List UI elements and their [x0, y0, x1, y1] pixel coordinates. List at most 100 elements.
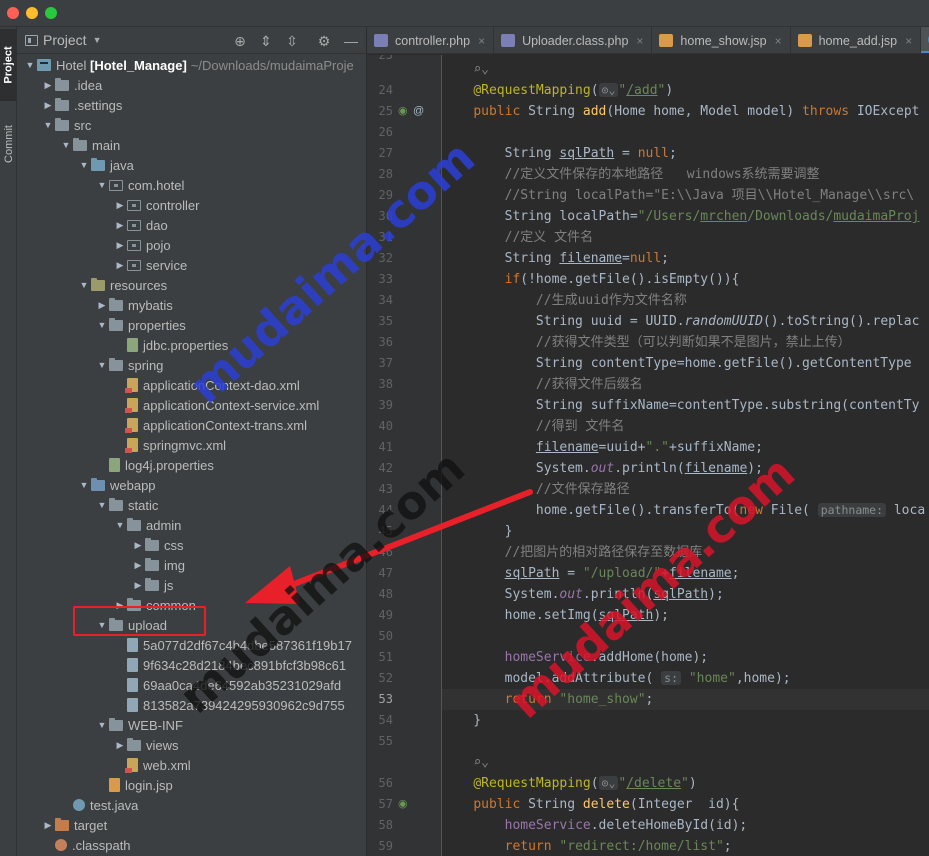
chevron-right-icon[interactable]: ▶ [113, 215, 127, 235]
hide-panel-icon[interactable]: — [342, 32, 360, 50]
code-line[interactable]: @RequestMapping(⊙⌄ "/add") [442, 80, 673, 101]
code-line[interactable]: System.out.println(sqlPath); [442, 584, 724, 605]
code-line[interactable]: String contentType=home.getFile().getCon… [442, 353, 912, 374]
chevron-down-icon[interactable]: ▼ [93, 35, 102, 45]
project-panel-title[interactable]: Project [43, 32, 87, 48]
chevron-down-icon[interactable]: ▼ [77, 155, 91, 175]
code-line[interactable]: //String localPath="E:\\Java 项目\\Hotel_M… [442, 185, 915, 206]
chevron-down-icon[interactable]: ▼ [95, 715, 109, 735]
spring-bean-icon[interactable]: ◉ [398, 794, 408, 815]
tree-row[interactable]: ▶ controller [17, 195, 366, 215]
code-line[interactable]: System.out.println(filename); [442, 458, 763, 479]
tree-row[interactable]: ▼ webapp [17, 475, 366, 495]
tool-tab-project[interactable]: Project [0, 29, 17, 101]
tree-row[interactable]: 813582a739424295930962c9d755 [17, 695, 366, 715]
editor-tab[interactable]: controller.php × [367, 27, 495, 53]
code-line[interactable]: public String delete(Integer id){ [442, 794, 739, 815]
annotation-icon[interactable]: @ [413, 101, 424, 122]
code-line[interactable]: } [442, 521, 513, 542]
chevron-right-icon[interactable]: ▶ [113, 255, 127, 275]
tree-row[interactable]: ▶ mybatis [17, 295, 366, 315]
code-line[interactable]: @RequestMapping(⊙⌄ "/delete") [442, 773, 697, 794]
code-line[interactable]: model.addAttribute( s: "home",home); [442, 668, 791, 689]
code-line[interactable]: } [442, 710, 481, 731]
tree-row[interactable]: ▼ WEB-INF [17, 715, 366, 735]
code-line[interactable]: //定义 文件名 [442, 227, 593, 248]
tree-row[interactable]: jdbc.properties [17, 335, 366, 355]
chevron-down-icon[interactable]: ▼ [95, 355, 109, 375]
tree-row[interactable]: ▼ Hotel [Hotel_Manage] ~/Downloads/mudaima… [17, 55, 366, 75]
chevron-down-icon[interactable]: ▼ [23, 55, 37, 75]
close-icon[interactable]: × [775, 34, 782, 48]
chevron-down-icon[interactable]: ▼ [95, 315, 109, 335]
editor-tab[interactable]: Ho [921, 27, 929, 53]
tree-row[interactable]: ▶ img [17, 555, 366, 575]
chevron-down-icon[interactable]: ▼ [113, 515, 127, 535]
tree-row[interactable]: 69aa0ca4de64592ab35231029afd [17, 675, 366, 695]
code-line[interactable]: ⌕⌄ [442, 59, 489, 80]
code-line[interactable]: String suffixName=contentType.substring(… [442, 395, 920, 416]
tree-row[interactable]: test.java [17, 795, 366, 815]
tree-row[interactable]: ▶ dao [17, 215, 366, 235]
tree-row[interactable]: log4j.properties [17, 455, 366, 475]
tool-tab-commit[interactable]: Commit [0, 109, 17, 179]
tree-row[interactable]: login.jsp [17, 775, 366, 795]
tree-row[interactable]: ▼ java [17, 155, 366, 175]
chevron-right-icon[interactable]: ▶ [113, 235, 127, 255]
tree-row[interactable]: 5a077d2df67c4b4dbe587361f19b17 [17, 635, 366, 655]
tree-row[interactable]: ▶ target [17, 815, 366, 835]
chevron-down-icon[interactable]: ▼ [77, 475, 91, 495]
code-line[interactable]: ⌕⌄ [442, 752, 489, 773]
code-line[interactable]: return "home_show"; [442, 689, 929, 710]
tree-row[interactable]: ▶ css [17, 535, 366, 555]
tree-row[interactable]: springmvc.xml [17, 435, 366, 455]
tree-row[interactable]: web.xml [17, 755, 366, 775]
gear-icon[interactable]: ⚙ [315, 32, 333, 50]
editor-tab[interactable]: home_add.jsp × [791, 27, 922, 53]
tree-row[interactable]: ▼ properties [17, 315, 366, 335]
tree-row[interactable]: 9f634c28d2184bec891bfcf3b98c61 [17, 655, 366, 675]
chevron-right-icon[interactable]: ▶ [95, 295, 109, 315]
tree-row[interactable]: ▶ service [17, 255, 366, 275]
chevron-right-icon[interactable]: ▶ [41, 815, 55, 835]
code-line[interactable]: String uuid = UUID.randomUUID().toString… [442, 311, 920, 332]
code-line[interactable]: String filename=null; [442, 248, 669, 269]
code-line[interactable]: return "redirect:/home/list"; [442, 836, 732, 856]
tree-row[interactable]: ▶ .idea [17, 75, 366, 95]
chevron-down-icon[interactable]: ▼ [41, 115, 55, 135]
code-line[interactable]: //得到 文件名 [442, 416, 624, 437]
tree-row[interactable]: ▼ static [17, 495, 366, 515]
code-line[interactable]: home.setImg(sqlPath); [442, 605, 669, 626]
code-line[interactable]: homeService.deleteHomeById(id); [442, 815, 748, 836]
tree-row[interactable]: ▼ com.hotel [17, 175, 366, 195]
code-line[interactable]: //获得文件后缀名 [442, 374, 643, 395]
tree-row[interactable]: applicationContext-trans.xml [17, 415, 366, 435]
tree-row[interactable]: ▼ spring [17, 355, 366, 375]
chevron-down-icon[interactable]: ▼ [59, 135, 73, 155]
spring-bean-icon[interactable]: ◉ [398, 101, 408, 122]
chevron-right-icon[interactable]: ▶ [41, 75, 55, 95]
code-line[interactable]: //文件保存路径 [442, 479, 630, 500]
chevron-right-icon[interactable]: ▶ [113, 195, 127, 215]
editor-tab[interactable]: home_show.jsp × [652, 27, 791, 53]
code-line[interactable]: sqlPath = "/upload/"+filename; [442, 563, 740, 584]
expand-all-icon[interactable]: ⇕ [257, 32, 275, 50]
close-window-button[interactable] [7, 7, 19, 19]
tree-row[interactable]: ▶ js [17, 575, 366, 595]
code-line[interactable]: //把图片的相对路径保存至数据库 [442, 542, 703, 563]
tree-row[interactable]: ▶ views [17, 735, 366, 755]
code-line[interactable]: String sqlPath = null; [442, 143, 677, 164]
chevron-down-icon[interactable]: ▼ [77, 275, 91, 295]
code-line[interactable]: //定义文件保存的本地路径 windows系统需要调整 [442, 164, 820, 185]
close-icon[interactable]: × [478, 34, 485, 48]
code-line[interactable]: String localPath="/Users/mrchen/Download… [442, 206, 920, 227]
tree-row[interactable]: applicationContext-dao.xml [17, 375, 366, 395]
close-icon[interactable]: × [905, 34, 912, 48]
tree-row[interactable]: .classpath [17, 835, 366, 855]
tree-row[interactable]: ▼ admin [17, 515, 366, 535]
code-line[interactable]: //获得文件类型（可以判断如果不是图片，禁止上传） [442, 332, 851, 353]
tree-row[interactable]: ▼ resources [17, 275, 366, 295]
zoom-window-button[interactable] [45, 7, 57, 19]
chevron-right-icon[interactable]: ▶ [131, 535, 145, 555]
chevron-right-icon[interactable]: ▶ [113, 735, 127, 755]
